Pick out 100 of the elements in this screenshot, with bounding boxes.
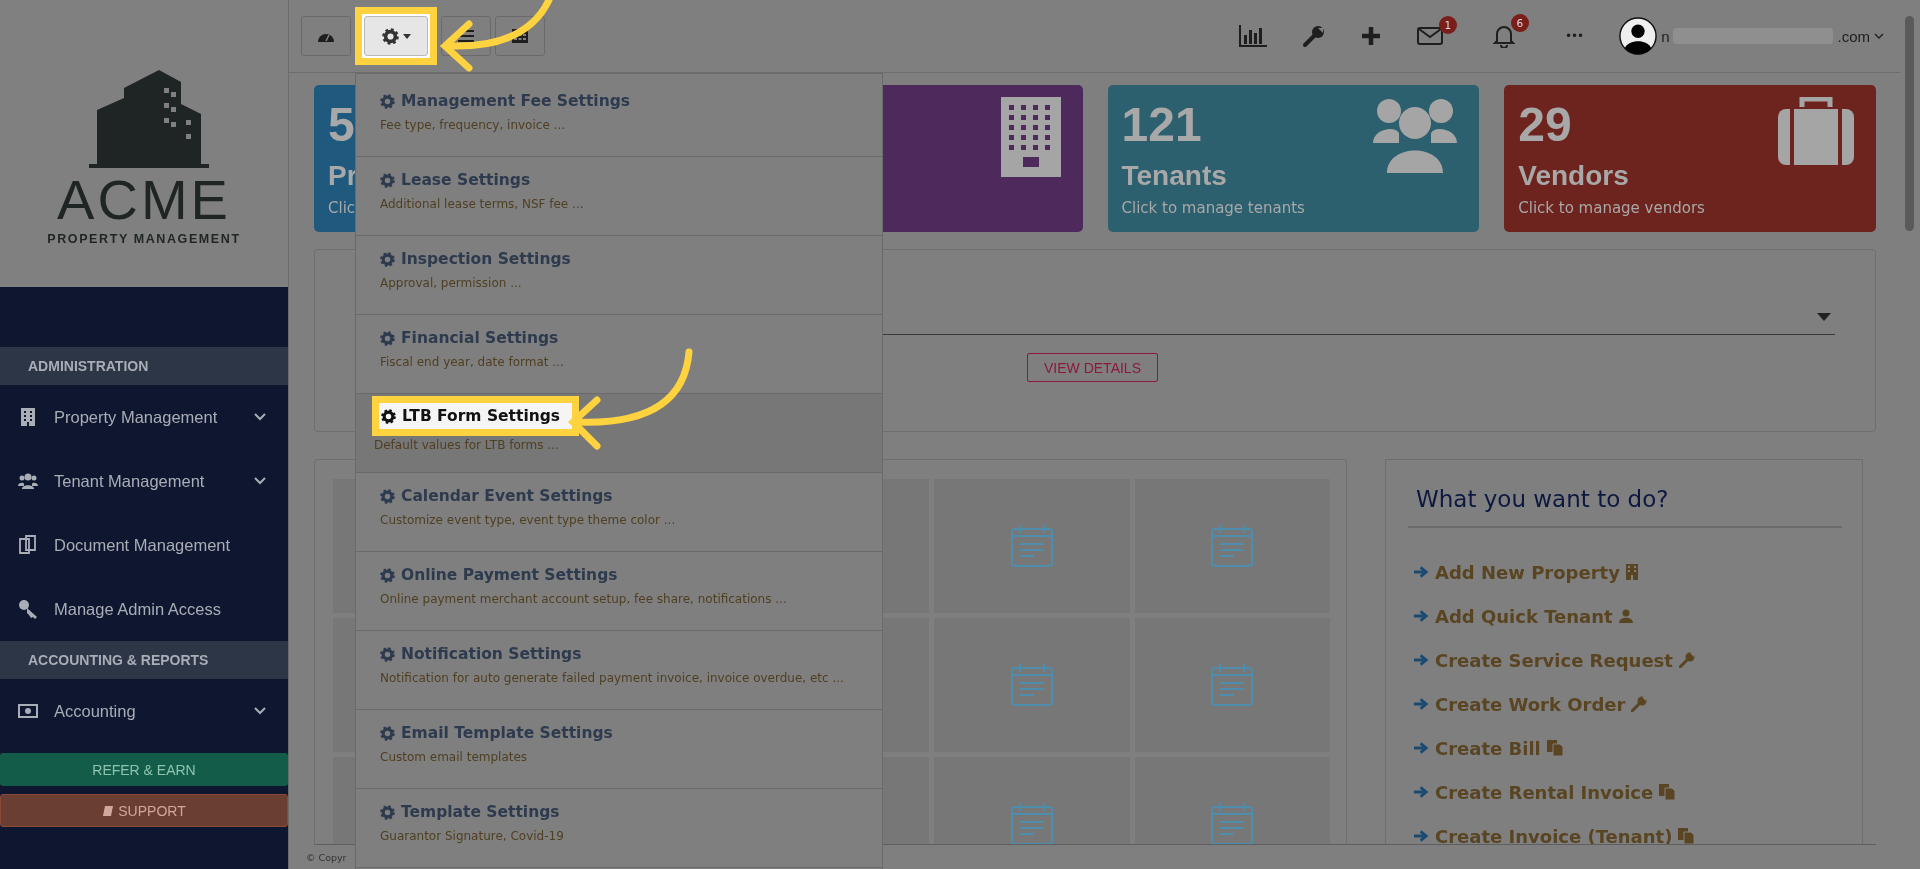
calendar-icon (1211, 803, 1254, 844)
menu-item[interactable]: Inspection Settings Approval, permission ... (356, 236, 882, 315)
calendar-tile[interactable] (934, 618, 1130, 752)
card-subtitle: Click to manage tenants (1121, 199, 1305, 217)
building-icon (1000, 97, 1061, 177)
copy-icon (1546, 740, 1563, 756)
email-text: .com (1837, 27, 1870, 45)
wrench-icon[interactable] (1302, 25, 1325, 47)
wrench-icon (1631, 696, 1648, 712)
calendar-icon (1010, 803, 1053, 844)
envelope-icon[interactable] (1416, 26, 1443, 46)
sidebar-item[interactable]: Property Management (0, 385, 288, 449)
plus-icon[interactable] (1360, 26, 1381, 46)
support-button[interactable]: SUPPORT (0, 794, 288, 827)
card-subtitle: Clic (328, 199, 357, 217)
bar-chart-icon[interactable] (1238, 25, 1267, 47)
stat-card[interactable]: 121 Tenants Click to manage tenants (1107, 85, 1480, 232)
settings-icon (381, 27, 399, 45)
panel-title: What you want to do? (1408, 474, 1842, 528)
calendar-tile[interactable] (1134, 618, 1330, 752)
more-button[interactable]: ••• (1564, 29, 1584, 43)
settings-icon (380, 725, 395, 741)
sidebar-item[interactable]: Manage Admin Access (0, 577, 288, 641)
arrow-right-icon (1414, 565, 1429, 579)
arrow-right-icon (1414, 653, 1429, 667)
quick-action-link[interactable]: Add Quick Tenant (1408, 594, 1842, 638)
user-icon (1618, 609, 1633, 623)
email-text: n (1661, 27, 1670, 45)
card-number: 121 (1121, 97, 1203, 153)
calendar-icon (1010, 525, 1053, 567)
calendar-icon (1010, 664, 1053, 706)
menu-item[interactable]: Email Template Settings Custom email templates (356, 710, 882, 789)
chevron-icon (254, 707, 266, 715)
menu-item[interactable]: Lease Settings Additional lease terms, NSF fee ... (356, 157, 882, 236)
stat-card[interactable]: 29 Vendors Click to manage vendors (1504, 85, 1876, 232)
quick-action-link[interactable]: Create Work Order (1408, 682, 1842, 726)
refer-button[interactable]: REFER & EARN (0, 753, 288, 786)
menu-item[interactable]: LTB Form Settings Default values for LTB forms ... (356, 394, 882, 473)
menu-item[interactable]: Management Fee Settings Fee type, frequency, invoice ... (356, 78, 882, 157)
calendar-icon (1211, 525, 1254, 567)
settings-icon (380, 804, 395, 820)
copy-icon (1659, 784, 1676, 800)
arrow-right-icon (1414, 697, 1429, 711)
card-title: Vendors (1518, 159, 1630, 193)
settings-icon (380, 93, 395, 109)
quick-action-link[interactable]: Create Service Request (1408, 638, 1842, 682)
settings-icon (380, 567, 395, 583)
menu-item[interactable]: Calendar Event Settings Customize event type, event type theme color ... (356, 473, 882, 552)
arrow-right-icon (1414, 785, 1429, 799)
bell-icon[interactable] (1492, 24, 1515, 48)
menu-item[interactable]: Online Payment Settings Online payment merchant account setup, fee share, notifications ... (356, 552, 882, 631)
building-icon (1625, 564, 1638, 580)
avatar-icon[interactable] (1619, 17, 1658, 55)
quick-action-link[interactable]: Create Rental Invoice (1408, 770, 1842, 814)
quick-action-link[interactable]: Add New Property (1408, 550, 1842, 594)
settings-icon (380, 488, 395, 504)
caret-icon (1817, 313, 1831, 321)
count-badge: 6 (1510, 14, 1529, 32)
copyright-text: © Copyr (306, 852, 347, 863)
section-header: ADMINISTRATION (0, 347, 288, 385)
toolbar-button[interactable] (364, 16, 428, 56)
calendar-tile[interactable] (1134, 479, 1330, 613)
quick-action-link[interactable]: Create Bill (1408, 726, 1842, 770)
list-icon (458, 29, 474, 43)
settings-icon (380, 251, 395, 267)
sidebar-item[interactable]: Document Management (0, 513, 288, 577)
count-badge: 1 (1438, 16, 1457, 34)
settings-icon (381, 408, 396, 424)
quick-action-link[interactable]: Create Invoice (Tenant) (1408, 814, 1842, 844)
menu-item[interactable]: Notification Settings Notification for auto generate failed payment invoice, invoice overdue, etc ... (356, 631, 882, 710)
calendar-icon (1211, 664, 1254, 706)
view-details-button[interactable]: VIEW DETAILS (1027, 353, 1158, 382)
logo-name: ACME (57, 171, 231, 228)
arrow-right-icon (1414, 829, 1429, 843)
chevron-icon (254, 477, 266, 485)
book-icon (102, 804, 115, 817)
settings-icon (380, 172, 395, 188)
nav-icon (18, 535, 38, 555)
nav-icon (18, 407, 38, 427)
briefcase-icon (1778, 97, 1854, 165)
card-title: Pr (328, 159, 358, 193)
chevron-icon[interactable] (1874, 33, 1884, 39)
arrow-right-icon (1414, 609, 1429, 623)
card-number: 29 (1518, 97, 1573, 153)
chevron-icon (254, 413, 266, 421)
logo-tagline: PROPERTY MANAGEMENT (47, 231, 241, 246)
section-header: ACCOUNTING & REPORTS (0, 641, 288, 679)
sidebar-item[interactable]: Accounting (0, 679, 288, 743)
nav-icon (18, 701, 38, 721)
card-title: Tenants (1121, 159, 1228, 193)
card-subtitle: Click to manage vendors (1518, 199, 1705, 217)
settings-icon (380, 646, 395, 662)
calendar-tile[interactable] (934, 479, 1130, 613)
sidebar-item[interactable]: Tenant Management (0, 449, 288, 513)
copy-icon (1678, 828, 1695, 844)
nav-icon (18, 599, 38, 619)
caret-icon (402, 33, 411, 39)
card-number: 5 (328, 97, 356, 153)
wrench-icon (1678, 652, 1695, 668)
menu-item[interactable]: Template Settings Guarantor Signature, Covid-19 (356, 789, 882, 868)
